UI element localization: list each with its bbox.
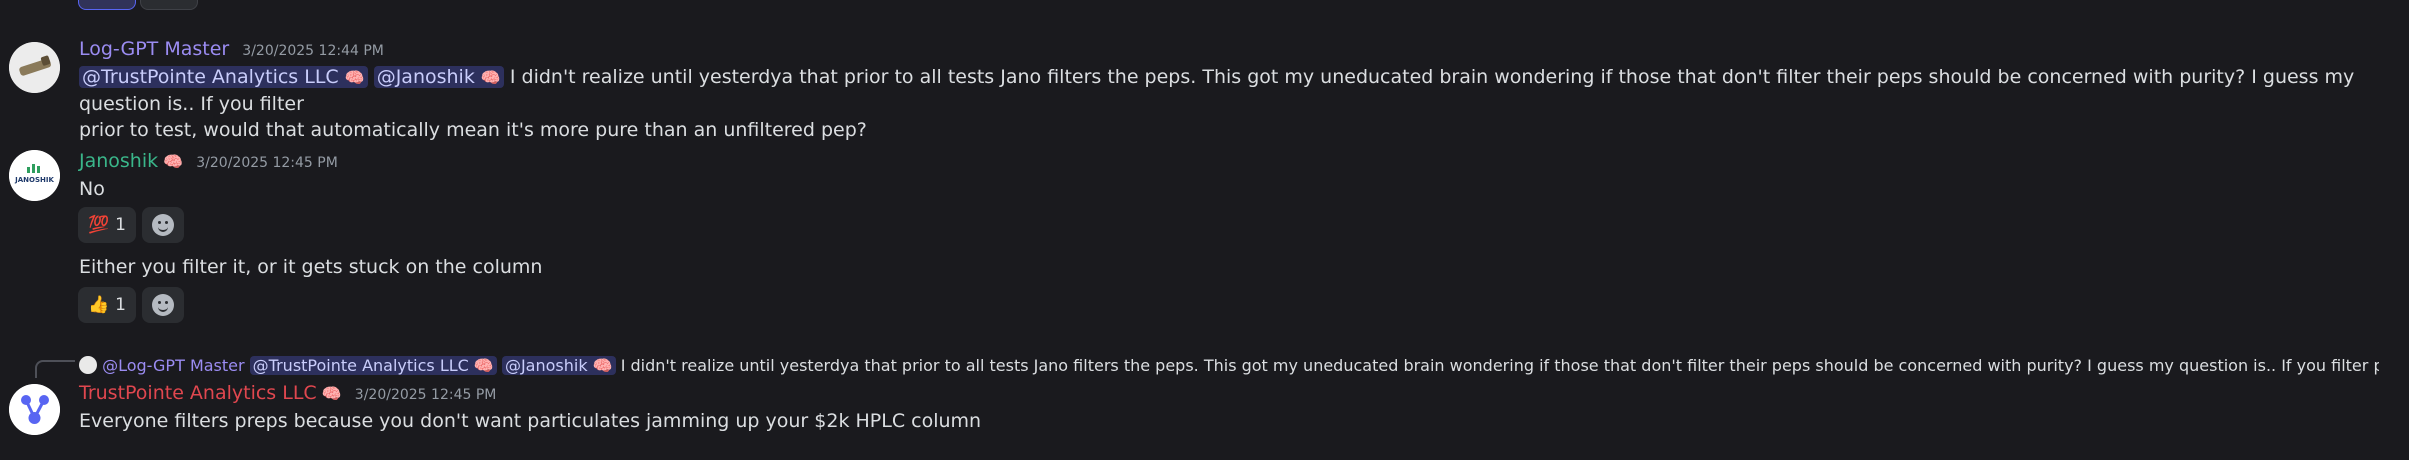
reactions-row: 👍 1 bbox=[78, 287, 184, 323]
timestamp: 3/20/2025 12:45 PM bbox=[196, 155, 338, 171]
smiley-icon bbox=[152, 214, 174, 236]
message-text-line2: prior to test, would that automatically … bbox=[79, 119, 867, 141]
mention-trustpointe[interactable]: @TrustPointe Analytics LLC 🧠 bbox=[249, 356, 497, 375]
reaction-stub[interactable] bbox=[78, 0, 136, 10]
timestamp: 3/20/2025 12:45 PM bbox=[354, 387, 497, 403]
reply-text: I didn't realize until yesterdya that pr… bbox=[620, 356, 2379, 375]
message-body: Everyone filters preps because you don't… bbox=[79, 410, 982, 432]
timestamp: 3/20/2025 12:44 PM bbox=[242, 43, 384, 59]
brain-emoji-icon: 🧠 bbox=[344, 68, 365, 87]
reaction-thumbsup[interactable]: 👍 1 bbox=[78, 287, 136, 323]
reaction-count: 1 bbox=[115, 215, 126, 235]
trustpointe-logo-icon bbox=[9, 384, 60, 435]
thumbs-up-emoji-icon: 👍 bbox=[88, 295, 110, 315]
username[interactable]: Log-GPT Master bbox=[79, 38, 229, 60]
previous-reactions bbox=[78, 0, 202, 14]
mention-janoshik[interactable]: @Janoshik 🧠 bbox=[501, 356, 616, 375]
reply-connector bbox=[35, 360, 75, 378]
avatar[interactable]: JANOSHIK bbox=[9, 150, 60, 201]
avatar[interactable] bbox=[9, 42, 60, 93]
smiley-icon bbox=[152, 294, 174, 316]
janoshik-avatar-text: JANOSHIK bbox=[14, 176, 54, 184]
add-reaction-button[interactable] bbox=[142, 287, 184, 323]
username[interactable]: TrustPointe Analytics LLC bbox=[79, 382, 317, 404]
add-reaction-button[interactable] bbox=[142, 207, 184, 243]
brain-emoji-icon: 🧠 bbox=[480, 68, 501, 87]
vial-icon bbox=[9, 42, 60, 93]
brain-emoji-icon: 🧠 bbox=[163, 152, 184, 171]
add-reaction-stub[interactable] bbox=[140, 0, 198, 10]
janoshik-logo-icon: JANOSHIK bbox=[9, 150, 60, 201]
brain-emoji-icon: 🧠 bbox=[592, 356, 613, 375]
brain-emoji-icon: 🧠 bbox=[321, 384, 342, 403]
message-body: No bbox=[79, 178, 105, 200]
hundred-emoji-icon: 💯 bbox=[88, 215, 110, 235]
mention-trustpointe[interactable]: @TrustPointe Analytics LLC 🧠 bbox=[79, 66, 368, 88]
message-body: @TrustPointe Analytics LLC 🧠 @Janoshik 🧠… bbox=[79, 64, 2399, 143]
message-body-continuation: Either you filter it, or it gets stuck o… bbox=[79, 256, 543, 278]
avatar[interactable] bbox=[9, 384, 60, 435]
mention-janoshik[interactable]: @Janoshik 🧠 bbox=[373, 66, 504, 88]
reaction-count: 1 bbox=[115, 295, 126, 315]
reply-preview[interactable]: @Log-GPT Master @TrustPointe Analytics L… bbox=[79, 356, 2379, 375]
reaction-100[interactable]: 💯 1 bbox=[78, 207, 136, 243]
reply-username[interactable]: @Log-GPT Master bbox=[102, 356, 244, 375]
brain-emoji-icon: 🧠 bbox=[473, 356, 494, 375]
reactions-row: 💯 1 bbox=[78, 207, 184, 243]
username[interactable]: Janoshik bbox=[79, 150, 158, 172]
reply-avatar-icon bbox=[79, 356, 97, 374]
